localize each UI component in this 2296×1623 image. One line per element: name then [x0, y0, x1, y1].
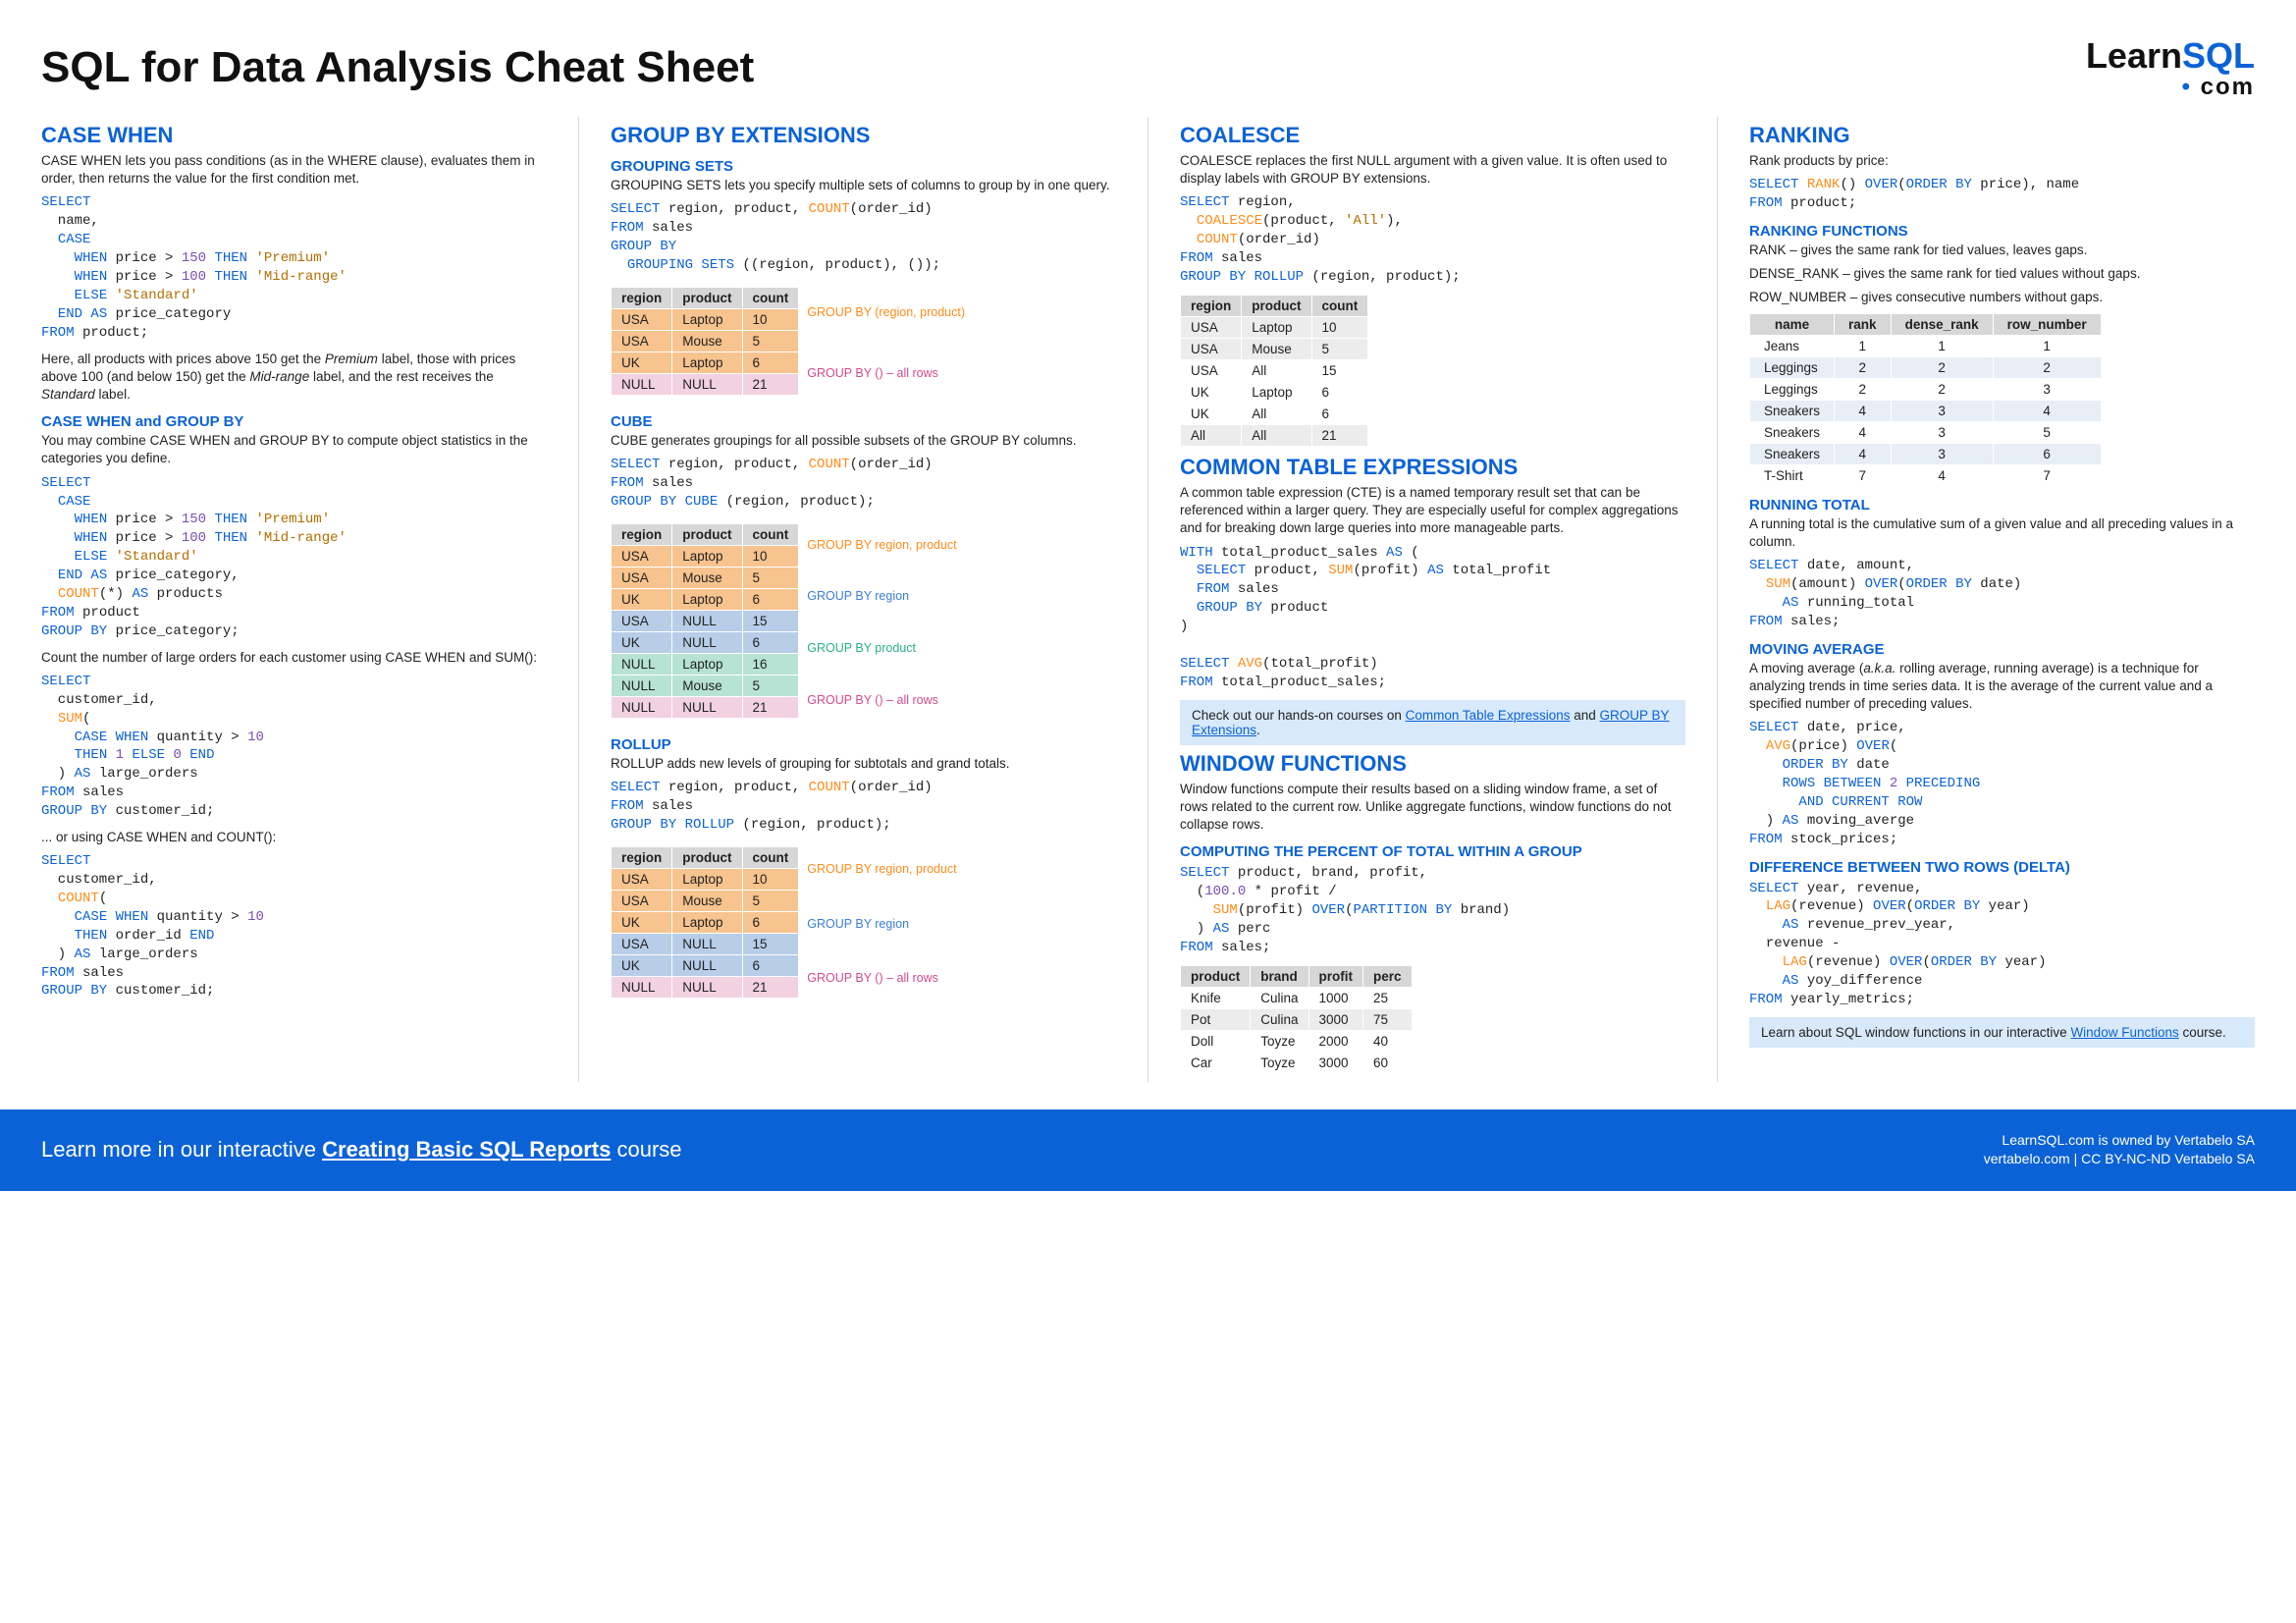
link-cte-course[interactable]: Common Table Expressions — [1406, 708, 1571, 723]
code-cte: WITH total_product_sales AS ( SELECT pro… — [1180, 544, 1685, 692]
cte-desc: A common table expression (CTE) is a nam… — [1180, 484, 1685, 538]
coalesce-table: regionproductcount USALaptop10 USAMouse5… — [1180, 295, 1368, 447]
percent-table: productbrandprofitperc KnifeCulina100025… — [1180, 965, 1413, 1074]
column-4: RANKING Rank products by price: SELECT R… — [1717, 117, 2255, 1082]
sets-table: regionproductcount USALaptop10 USAMouse5… — [611, 287, 799, 396]
h-cte: COMMON TABLE EXPRESSIONS — [1180, 455, 1685, 480]
link-basic-reports[interactable]: Creating Basic SQL Reports — [322, 1137, 611, 1162]
code-case-when: SELECT name, CASE WHEN price > 150 THEN … — [41, 193, 547, 342]
footer: Learn more in our interactive Creating B… — [0, 1109, 2296, 1191]
ranking-desc: Rank products by price: — [1749, 152, 2255, 170]
moving-desc: A moving average (a.k.a. rolling average… — [1749, 660, 2255, 714]
h-ranking: RANKING — [1749, 123, 2255, 148]
rank-table: namerankdense_rankrow_number Jeans111 Le… — [1749, 313, 2102, 487]
code-rollup: SELECT region, product, COUNT(order_id) … — [611, 779, 1116, 835]
cube-brackets: GROUP BY region, product GROUP BY region… — [807, 519, 956, 727]
page-title: SQL for Data Analysis Cheat Sheet — [41, 43, 754, 92]
h-running: RUNNING TOTAL — [1749, 497, 2255, 514]
column-1: CASE WHEN CASE WHEN lets you pass condit… — [41, 117, 547, 1082]
cube-desc: CUBE generates groupings for all possibl… — [611, 432, 1116, 450]
h-delta: DIFFERENCE BETWEEN TWO ROWS (DELTA) — [1749, 859, 2255, 876]
sets-brackets: GROUP BY (region, product) GROUP BY () –… — [807, 283, 965, 404]
coalesce-desc: COALESCE replaces the first NULL argumen… — [1180, 152, 1685, 188]
h-window-fn: WINDOW FUNCTIONS — [1180, 751, 1685, 777]
rollup-table: regionproductcount USALaptop10 USAMouse5… — [611, 846, 799, 999]
column-3: COALESCE COALESCE replaces the first NUL… — [1148, 117, 1685, 1082]
rank-r1: RANK – gives the same rank for tied valu… — [1749, 242, 2255, 259]
cwgb-text2: Count the number of large orders for eac… — [41, 649, 547, 667]
code-cwgb-1: SELECT CASE WHEN price > 150 THEN 'Premi… — [41, 474, 547, 641]
h-cube: CUBE — [611, 413, 1116, 430]
logo-com: com — [2201, 74, 2255, 100]
cte-callout: Check out our hands-on courses on Common… — [1180, 700, 1685, 745]
page-content: SQL for Data Analysis Cheat Sheet LearnS… — [0, 0, 2296, 1082]
columns: CASE WHEN CASE WHEN lets you pass condit… — [41, 117, 2255, 1082]
h-grouping-sets: GROUPING SETS — [611, 158, 1116, 175]
rollup-desc: ROLLUP adds new levels of grouping for s… — [611, 755, 1116, 773]
code-cwgb-3: SELECT customer_id, COUNT( CASE WHEN qua… — [41, 852, 547, 1001]
cwgb-text3: ... or using CASE WHEN and COUNT(): — [41, 829, 547, 846]
code-rank: SELECT RANK() OVER(ORDER BY price), name… — [1749, 176, 2255, 213]
cube-table-wrap: regionproductcount USALaptop10 USAMouse5… — [611, 519, 1116, 727]
h-rank-fn: RANKING FUNCTIONS — [1749, 223, 2255, 240]
sets-desc: GROUPING SETS lets you specify multiple … — [611, 177, 1116, 194]
wf-desc: Window functions compute their results b… — [1180, 781, 1685, 835]
column-2: GROUP BY EXTENSIONS GROUPING SETS GROUPI… — [578, 117, 1116, 1082]
footer-license: vertabelo.com | CC BY-NC-ND Vertabelo SA — [1984, 1150, 2255, 1169]
rollup-brackets: GROUP BY region, product GROUP BY region… — [807, 842, 956, 1006]
footer-right: LearnSQL.com is owned by Vertabelo SA ve… — [1984, 1131, 2255, 1169]
footer-left: Learn more in our interactive Creating B… — [41, 1137, 682, 1163]
h-case-when-group: CASE WHEN and GROUP BY — [41, 413, 547, 430]
code-moving: SELECT date, price, AVG(price) OVER( ORD… — [1749, 719, 2255, 848]
code-cube: SELECT region, product, COUNT(order_id) … — [611, 456, 1116, 512]
logo: LearnSQL • com — [2086, 37, 2255, 99]
rank-r3: ROW_NUMBER – gives consecutive numbers w… — [1749, 289, 2255, 306]
code-cwgb-2: SELECT customer_id, SUM( CASE WHEN quant… — [41, 673, 547, 821]
cube-table: regionproductcount USALaptop10 USAMouse5… — [611, 523, 799, 719]
logo-sql: SQL — [2182, 35, 2255, 76]
h-moving: MOVING AVERAGE — [1749, 641, 2255, 658]
code-coalesce: SELECT region, COALESCE(product, 'All'),… — [1180, 193, 1685, 286]
h-groupby-ext: GROUP BY EXTENSIONS — [611, 123, 1116, 148]
h-coalesce: COALESCE — [1180, 123, 1685, 148]
h-percent-total: COMPUTING THE PERCENT OF TOTAL WITHIN A … — [1180, 843, 1685, 860]
cwgb-desc: You may combine CASE WHEN and GROUP BY t… — [41, 432, 547, 467]
case-when-explain: Here, all products with prices above 150… — [41, 351, 547, 405]
running-desc: A running total is the cumulative sum of… — [1749, 515, 2255, 551]
case-when-desc: CASE WHEN lets you pass conditions (as i… — [41, 152, 547, 188]
header: SQL for Data Analysis Cheat Sheet LearnS… — [41, 37, 2255, 99]
code-running: SELECT date, amount, SUM(amount) OVER(OR… — [1749, 557, 2255, 631]
rank-r2: DENSE_RANK – gives the same rank for tie… — [1749, 265, 2255, 283]
logo-dot: • — [2182, 74, 2192, 100]
logo-learn: Learn — [2086, 35, 2182, 76]
wf-callout: Learn about SQL window functions in our … — [1749, 1017, 2255, 1048]
sets-table-wrap: regionproductcount USALaptop10 USAMouse5… — [611, 283, 1116, 404]
code-delta: SELECT year, revenue, LAG(revenue) OVER(… — [1749, 880, 2255, 1009]
code-sets: SELECT region, product, COUNT(order_id) … — [611, 200, 1116, 275]
h-case-when: CASE WHEN — [41, 123, 547, 148]
footer-owner: LearnSQL.com is owned by Vertabelo SA — [1984, 1131, 2255, 1151]
h-rollup: ROLLUP — [611, 736, 1116, 753]
code-percent: SELECT product, brand, profit, (100.0 * … — [1180, 864, 1685, 956]
link-window-fn-course[interactable]: Window Functions — [2070, 1025, 2178, 1040]
rollup-table-wrap: regionproductcount USALaptop10 USAMouse5… — [611, 842, 1116, 1006]
